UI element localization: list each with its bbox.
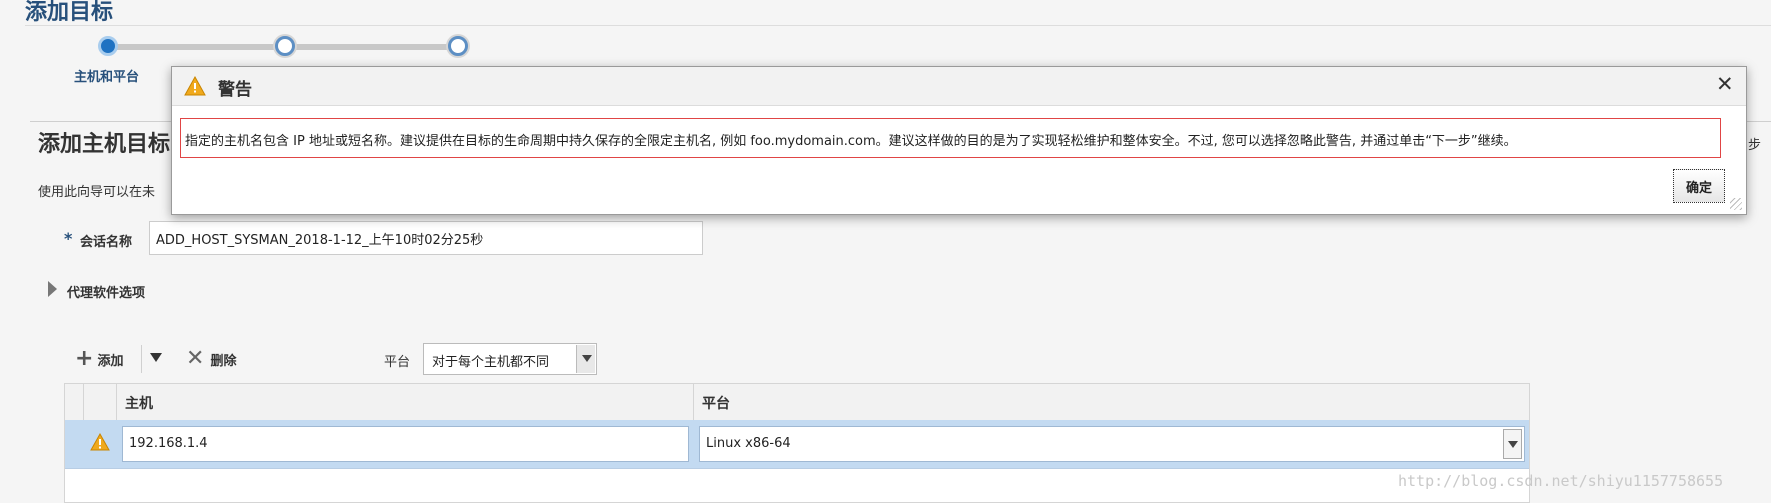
plus-icon: + xyxy=(75,346,94,371)
ok-button[interactable]: 确定 xyxy=(1673,169,1725,203)
chevron-down-icon[interactable] xyxy=(1503,429,1522,459)
session-name-label: 会话名称 xyxy=(80,235,133,250)
delete-button[interactable]: ✕ 删除 xyxy=(186,347,236,371)
train-step-label[interactable]: 主机和平台 xyxy=(74,66,139,85)
section-description: 使用此向导可以在未 xyxy=(38,185,156,200)
session-name-input[interactable]: ADD_HOST_SYSMAN_2018-1-12_上午10时02分25秒 xyxy=(149,221,703,255)
dialog-header: 警告 ✕ xyxy=(172,67,1746,106)
delete-x-icon: ✕ xyxy=(186,346,205,371)
next-step-link-fragment[interactable]: 步 xyxy=(1748,134,1761,153)
delete-button-label: 删除 xyxy=(210,353,237,369)
table-header: 主机 平台 xyxy=(65,384,1529,421)
page-title: 添加目标 xyxy=(25,0,114,25)
row-platform-select[interactable]: Linux x86-64 xyxy=(699,426,1525,462)
add-button-label: 添加 xyxy=(97,353,124,369)
resize-grip-icon[interactable] xyxy=(1730,198,1742,210)
warning-dialog: 警告 ✕ 指定的主机名包含 IP 地址或短名称。建议提供在目标的生命周期中持久保… xyxy=(171,66,1747,215)
watermark: http://blog.csdn.net/shiyu1157758655 xyxy=(1398,472,1724,490)
train-stop-3[interactable] xyxy=(448,36,468,56)
column-header-label: 平台 xyxy=(702,396,730,412)
caret-down-icon[interactable] xyxy=(150,353,162,362)
host-input[interactable]: 192.168.1.4 xyxy=(122,426,689,462)
disclosure-arrow-icon[interactable] xyxy=(48,281,57,297)
column-header-host[interactable]: 主机 xyxy=(117,384,694,420)
train-stop-1[interactable] xyxy=(98,36,118,56)
required-indicator: * xyxy=(64,229,73,248)
section-title: 添加主机目标 xyxy=(38,132,171,157)
chevron-down-icon[interactable] xyxy=(576,345,595,373)
dialog-message: 指定的主机名包含 IP 地址或短名称。建议提供在目标的生命周期中持久保存的全限定… xyxy=(180,118,1721,158)
column-header-label: 主机 xyxy=(125,396,153,412)
host-table: 主机 平台 192.168.1.4 Linux x86-64 xyxy=(64,383,1530,503)
train-stop-2[interactable] xyxy=(275,36,295,56)
platform-filter-select[interactable]: 对于每个主机都不同 xyxy=(423,343,597,375)
header-status-cell xyxy=(84,384,117,420)
warning-icon xyxy=(184,75,206,100)
close-icon[interactable]: ✕ xyxy=(1716,72,1734,96)
platform-filter-label: 平台 xyxy=(384,355,411,370)
toolbar-separator xyxy=(141,345,142,373)
row-platform-value: Linux x86-64 xyxy=(706,436,791,451)
platform-filter-value: 对于每个主机都不同 xyxy=(432,355,550,370)
warning-icon xyxy=(90,432,110,455)
table-row[interactable]: 192.168.1.4 Linux x86-64 xyxy=(65,420,1529,469)
agent-options-toggle[interactable]: 代理软件选项 xyxy=(67,282,145,301)
column-header-platform[interactable]: 平台 xyxy=(694,384,1529,420)
add-button[interactable]: + 添加 xyxy=(75,347,123,371)
title-divider xyxy=(25,25,1771,26)
header-select-cell xyxy=(65,384,84,420)
dialog-title: 警告 xyxy=(218,80,252,100)
